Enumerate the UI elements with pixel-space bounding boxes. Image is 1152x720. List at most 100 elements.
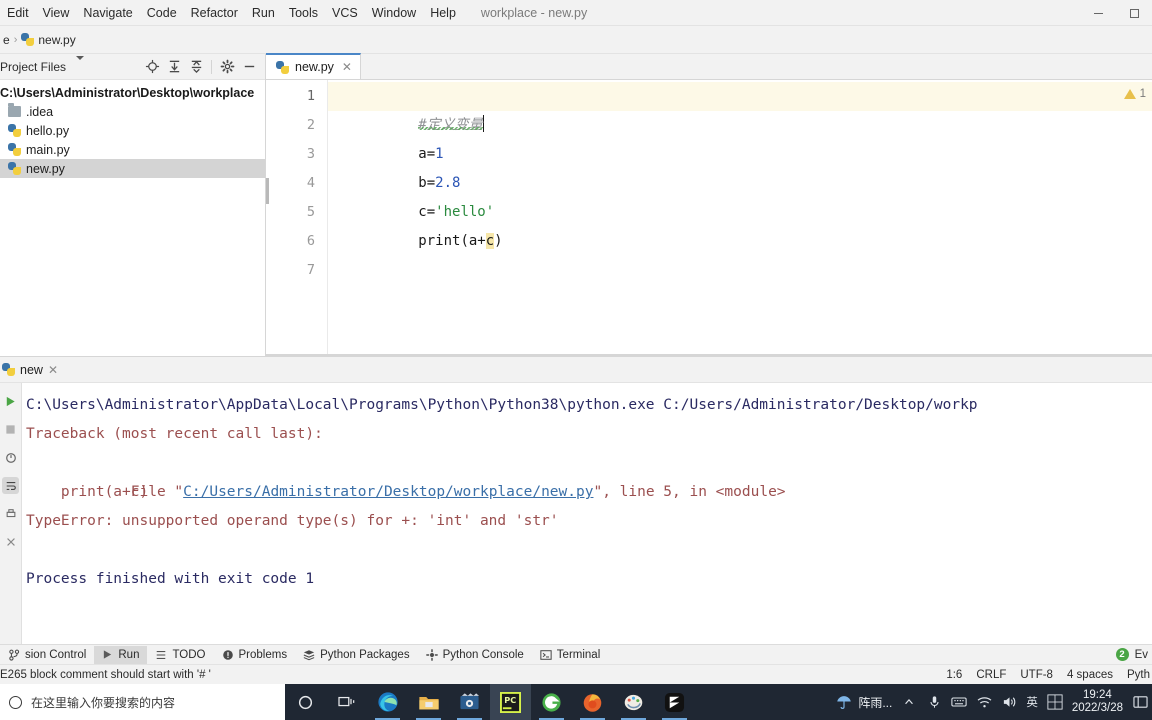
code-line-3[interactable]: b=2.8: [328, 140, 1152, 191]
code-line-7[interactable]: [328, 256, 1152, 285]
menu-item-view[interactable]: View: [36, 3, 77, 23]
ime-language-indicator[interactable]: 英: [1026, 694, 1038, 710]
run-icon: [104, 650, 112, 659]
cortana-icon[interactable]: [285, 684, 326, 720]
close-icon[interactable]: ✕: [48, 363, 58, 377]
menu-item-refactor[interactable]: Refactor: [184, 3, 245, 23]
tool-window-label: sion Control: [25, 648, 87, 661]
wifi-icon[interactable]: [976, 694, 992, 710]
console-file-link[interactable]: C:/Users/Administrator/Desktop/workplace…: [183, 484, 593, 500]
menu-item-tools[interactable]: Tools: [282, 3, 325, 23]
tree-item-main-py[interactable]: main.py: [0, 140, 265, 159]
console-output[interactable]: C:\Users\Administrator\AppData\Local\Pro…: [22, 383, 1152, 645]
menu-item-vcs[interactable]: VCS: [325, 3, 365, 23]
tool-window-version-control[interactable]: sion Control: [0, 646, 94, 664]
tree-item-hello-py[interactable]: hello.py: [0, 121, 265, 140]
code-number: 1: [435, 146, 444, 162]
ime-mode-icon[interactable]: [1047, 694, 1063, 710]
event-log-area[interactable]: 2 Ev: [1115, 648, 1152, 661]
menu-item-help[interactable]: Help: [423, 3, 463, 23]
breadcrumb-file[interactable]: new.py: [38, 33, 75, 47]
line-number: 3: [306, 146, 315, 162]
firefox-icon[interactable]: [572, 684, 613, 720]
tool-window-run[interactable]: Run: [94, 645, 148, 664]
taskbar-clock[interactable]: 19:24 2022/3/28: [1072, 689, 1123, 715]
task-view-icon[interactable]: [326, 684, 367, 720]
window-title: workplace - new.py: [480, 5, 588, 20]
python-interpreter[interactable]: Pyth: [1127, 669, 1150, 681]
capcut-icon[interactable]: [654, 684, 695, 720]
console-line-command: C:\Users\Administrator\AppData\Local\Pro…: [26, 397, 978, 413]
indent-setting[interactable]: 4 spaces: [1067, 669, 1113, 681]
tool-window-label: TODO: [172, 648, 206, 661]
breadcrumb[interactable]: e › new.py: [0, 33, 79, 47]
code-lines[interactable]: #定义变量 a=1 b=2.8 c='hello' print(a+c): [328, 80, 1152, 356]
minimize-button[interactable]: [1080, 0, 1116, 26]
code-call-close: ): [494, 233, 503, 249]
project-view-chevron-down-icon[interactable]: [76, 55, 85, 74]
show-hidden-icons-chevron-up-icon[interactable]: [901, 694, 917, 710]
run-tool-window: new ✕ C:\Users\Administrator\AppData\Loc…: [0, 356, 1152, 645]
menu-item-navigate[interactable]: Navigate: [76, 3, 139, 23]
maximize-button[interactable]: [1116, 0, 1152, 26]
print-icon[interactable]: [2, 505, 19, 522]
microphone-icon[interactable]: [926, 694, 942, 710]
file-explorer-icon[interactable]: [408, 684, 449, 720]
locate-icon[interactable]: [142, 57, 162, 77]
line-number: 2: [306, 117, 315, 133]
close-icon[interactable]: ✕: [342, 60, 352, 74]
volume-icon[interactable]: [1001, 694, 1017, 710]
trace-icon[interactable]: [2, 449, 19, 466]
menu-item-edit[interactable]: Edit: [0, 3, 36, 23]
tool-window-problems[interactable]: Problems: [214, 646, 296, 664]
change-marker: [266, 178, 269, 204]
soft-wrap-icon[interactable]: [2, 477, 19, 494]
tool-window-python-console[interactable]: Python Console: [418, 646, 532, 664]
code-editor[interactable]: 1 2 3 4 5 6 7 #定义变量 a=1 b=2.8 c='hello' …: [266, 80, 1152, 356]
run-tab-new[interactable]: new ✕: [0, 357, 66, 383]
python-file-icon: [276, 60, 289, 74]
windows-taskbar: 在这里输入你要搜索的内容 PC 阵雨... 英 19:24 2022/3/28: [0, 684, 1152, 720]
windows-search-box[interactable]: 在这里输入你要搜索的内容: [0, 684, 285, 720]
video-editor-icon[interactable]: [449, 684, 490, 720]
python-file-icon: [8, 143, 21, 156]
notification-center-icon[interactable]: [1132, 694, 1148, 710]
editor-tab-new-py[interactable]: new.py ✕: [266, 53, 361, 79]
tree-item-idea[interactable]: .idea: [0, 102, 265, 121]
code-line-1[interactable]: #定义变量: [328, 82, 1152, 133]
tree-item-new-py[interactable]: new.py: [0, 159, 265, 178]
todo-icon: [157, 650, 166, 659]
tool-window-python-packages[interactable]: Python Packages: [295, 646, 418, 664]
stop-icon[interactable]: [2, 421, 19, 438]
inspection-widget[interactable]: 1: [1123, 88, 1146, 100]
code-comment: #定义变量: [418, 117, 483, 133]
clear-all-icon[interactable]: [2, 533, 19, 550]
menu-item-window[interactable]: Window: [365, 3, 423, 23]
collapse-all-icon[interactable]: [186, 57, 206, 77]
menu-item-run[interactable]: Run: [245, 3, 282, 23]
paint-icon[interactable]: [613, 684, 654, 720]
keyboard-icon[interactable]: [951, 694, 967, 710]
weather-widget[interactable]: 阵雨...: [835, 693, 892, 711]
settings-gear-icon[interactable]: [217, 57, 237, 77]
breadcrumb-project[interactable]: e: [3, 33, 10, 47]
hide-tool-window-icon[interactable]: [239, 57, 259, 77]
tool-window-terminal[interactable]: Terminal: [532, 646, 608, 664]
tool-window-todo[interactable]: TODO: [147, 646, 213, 664]
file-encoding[interactable]: UTF-8: [1020, 669, 1053, 681]
menu-item-code[interactable]: Code: [140, 3, 184, 23]
line-separator[interactable]: CRLF: [976, 669, 1006, 681]
expand-all-icon[interactable]: [164, 57, 184, 77]
edge-icon[interactable]: [367, 684, 408, 720]
pycharm-icon[interactable]: PC: [490, 684, 531, 720]
rerun-icon[interactable]: [2, 393, 19, 410]
caret-position[interactable]: 1:6: [946, 669, 962, 681]
clock-date: 2022/3/28: [1071, 702, 1123, 714]
project-tree: C:\Users\Administrator\Desktop\workplace…: [0, 80, 265, 178]
windows-search-placeholder: 在这里输入你要搜索的内容: [31, 695, 176, 710]
project-root-node[interactable]: C:\Users\Administrator\Desktop\workplace: [0, 83, 265, 102]
project-view-selector-label[interactable]: Project Files: [0, 60, 66, 74]
tree-item-label: new.py: [26, 161, 65, 176]
green-browser-icon[interactable]: [531, 684, 572, 720]
console-line-traceback: Traceback (most recent call last):: [26, 426, 323, 442]
